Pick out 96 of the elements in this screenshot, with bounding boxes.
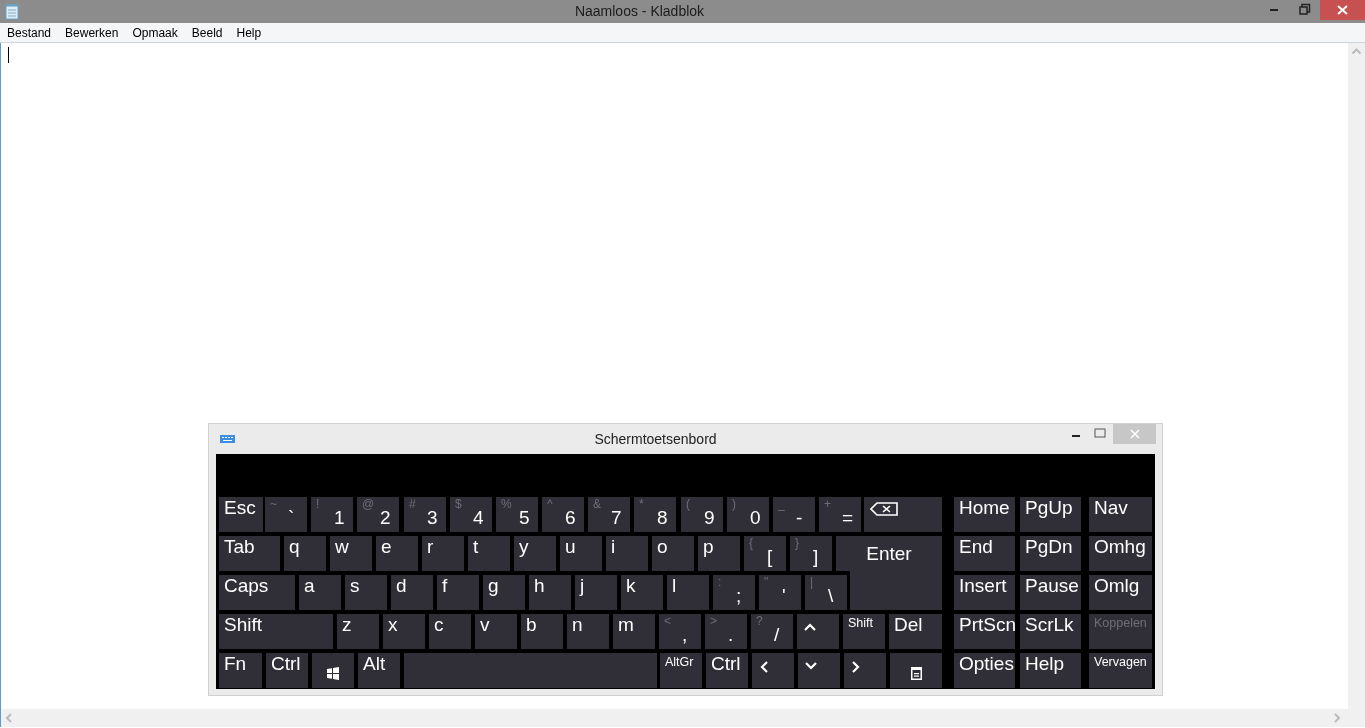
key[interactable]: z (337, 614, 379, 649)
backspace-icon (870, 502, 898, 516)
key[interactable]: { [ (744, 536, 786, 571)
key[interactable]: Omlg (1089, 575, 1152, 610)
key[interactable]: ScrLk (1020, 614, 1081, 649)
key[interactable] (890, 653, 942, 688)
close-icon (1128, 428, 1141, 440)
key[interactable]: w (330, 536, 372, 571)
key[interactable]: b (521, 614, 563, 649)
key[interactable] (864, 497, 942, 532)
key[interactable]: ~ ` (265, 497, 307, 532)
key[interactable]: Alt (358, 653, 400, 688)
key[interactable]: AltGr (660, 653, 702, 688)
key[interactable]: < , (659, 614, 701, 649)
menu-item[interactable]: Beeld (184, 23, 230, 42)
key[interactable]: v (475, 614, 517, 649)
chevron-left-icon (759, 661, 769, 673)
key[interactable]: * 8 (634, 497, 676, 532)
key[interactable]: o (652, 536, 694, 571)
key[interactable]: Caps (219, 575, 295, 610)
key[interactable]: ^ 6 (542, 497, 584, 532)
key[interactable]: Nav (1089, 497, 1152, 532)
windows-icon (327, 667, 339, 680)
key[interactable]: # 3 (404, 497, 446, 532)
key[interactable]: s (345, 575, 387, 610)
key[interactable]: ( 9 (681, 497, 723, 532)
menu-item[interactable]: Help (229, 23, 269, 42)
key[interactable]: PgUp (1020, 497, 1081, 532)
keyboard-icon (220, 434, 236, 444)
key[interactable]: d (391, 575, 433, 610)
key[interactable]: Shift (219, 614, 333, 649)
key[interactable]: % 5 (496, 497, 538, 532)
key[interactable]: q (284, 536, 326, 571)
key[interactable]: Del (889, 614, 942, 649)
key[interactable]: PgDn (1020, 536, 1081, 571)
close-icon[interactable] (1320, 0, 1365, 20)
chevron-right-icon (851, 661, 861, 673)
key[interactable]: p (698, 536, 740, 571)
key[interactable]: _ - (773, 497, 815, 532)
key[interactable]: PrtScn (954, 614, 1015, 649)
key[interactable]: l (667, 575, 709, 610)
key[interactable]: @ 2 (357, 497, 399, 532)
key[interactable]: Tab (219, 536, 280, 571)
key[interactable]: m (613, 614, 655, 649)
enter-key[interactable]: Enter (836, 536, 942, 610)
key[interactable]: Ctrl (706, 653, 748, 688)
chevron-up-icon (804, 622, 816, 632)
notepad-icon (5, 3, 19, 20)
key[interactable]: t (468, 536, 510, 571)
menu-icon (910, 667, 922, 680)
vertical-scrollbar[interactable] (1348, 43, 1365, 709)
key[interactable]: x (383, 614, 425, 649)
key[interactable]: ) 0 (727, 497, 769, 532)
window-title: Schermtoetsenbord (593, 429, 718, 449)
key[interactable]: Help (1020, 653, 1081, 688)
text-cursor (8, 47, 9, 63)
key[interactable]: h (529, 575, 571, 610)
key[interactable]: c (429, 614, 471, 649)
key[interactable]: n (567, 614, 609, 649)
key[interactable]: ! 1 (311, 497, 353, 532)
key[interactable] (312, 653, 354, 688)
key[interactable]: a (299, 575, 341, 610)
key[interactable]: " ' (759, 575, 801, 610)
key[interactable]: Esc (219, 497, 263, 532)
menu-item[interactable]: Bestand (0, 23, 59, 42)
key[interactable]: Fn (219, 653, 262, 688)
key[interactable]: u (560, 536, 602, 571)
key[interactable]: i (606, 536, 648, 571)
menu-item[interactable]: Bewerken (58, 23, 126, 42)
key[interactable]: Insert (954, 575, 1015, 610)
key[interactable]: Ctrl (266, 653, 308, 688)
key[interactable]: + = (819, 497, 861, 532)
key[interactable]: y (514, 536, 556, 571)
key[interactable]: f (437, 575, 479, 610)
key[interactable]: Opties (954, 653, 1015, 688)
key[interactable]: Pause (1020, 575, 1081, 610)
key[interactable]: $ 4 (450, 497, 492, 532)
key[interactable]: g (483, 575, 525, 610)
key[interactable]: k (621, 575, 663, 610)
key[interactable]: Vervagen (1089, 653, 1152, 688)
key[interactable]: Omhg (1089, 536, 1152, 571)
key[interactable]: : ; (713, 575, 755, 610)
key[interactable]: Home (954, 497, 1015, 532)
key[interactable]: } ] (790, 536, 832, 571)
key[interactable]: End (954, 536, 1015, 571)
key[interactable]: ? / (751, 614, 793, 649)
key[interactable]: r (422, 536, 464, 571)
key[interactable]: e (376, 536, 418, 571)
menu-item[interactable]: Opmaak (125, 23, 185, 42)
key[interactable]: > . (705, 614, 747, 649)
key[interactable]: | \ (805, 575, 847, 610)
key[interactable]: j (575, 575, 617, 610)
chevron-down-icon (805, 661, 817, 671)
key[interactable]: Shift (843, 614, 885, 649)
window-title: Naamloos - Kladblok (573, 2, 706, 21)
key[interactable]: & 7 (588, 497, 630, 532)
